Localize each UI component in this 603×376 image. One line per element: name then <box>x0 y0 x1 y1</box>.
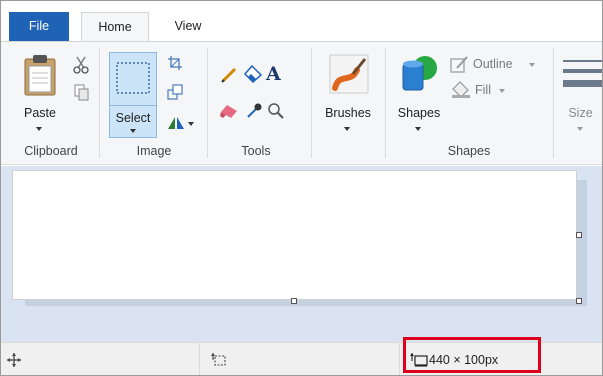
color-picker-icon[interactable] <box>245 102 263 120</box>
divider <box>199 343 200 375</box>
outline-icon <box>450 56 468 73</box>
tab-home[interactable]: Home <box>81 12 149 41</box>
divider <box>207 48 208 158</box>
paste-label: Paste <box>24 106 56 120</box>
divider <box>553 48 554 158</box>
outline-label: Outline <box>473 57 513 71</box>
fill-icon <box>452 81 470 98</box>
canvas-area[interactable] <box>1 166 602 342</box>
magnifier-icon[interactable] <box>267 102 285 120</box>
chevron-down-icon <box>577 127 583 131</box>
divider <box>385 48 386 158</box>
resize-handle-bottom[interactable] <box>291 298 297 304</box>
shapes-icon <box>402 56 437 91</box>
chevron-down-icon <box>499 89 505 93</box>
pencil-icon[interactable] <box>220 66 238 84</box>
chevron-down-icon <box>529 63 535 67</box>
divider <box>110 105 156 106</box>
resize-icon[interactable] <box>167 84 183 100</box>
tools-group-label: Tools <box>241 144 271 158</box>
brushes-button[interactable]: Brushes <box>317 48 379 138</box>
fill-bucket-icon[interactable] <box>243 64 263 84</box>
line-width-icon <box>563 60 602 87</box>
ribbon-tabs: File Home View <box>1 1 602 41</box>
outline-button[interactable]: Outline <box>449 54 539 76</box>
tab-view[interactable]: View <box>161 12 215 41</box>
canvas-shadow <box>25 300 587 306</box>
divider <box>311 48 312 158</box>
rectangle-select-icon <box>116 62 150 94</box>
divider <box>399 343 400 375</box>
chevron-down-icon <box>36 127 42 131</box>
ribbon: Paste Clipboard Select Image A Tools Bru… <box>1 41 602 165</box>
rotate-icon[interactable] <box>166 114 186 130</box>
crop-icon[interactable] <box>167 55 183 71</box>
cursor-position-icon <box>7 353 21 367</box>
canvas-shadow <box>577 180 587 304</box>
fill-label: Fill <box>475 83 491 97</box>
text-icon[interactable]: A <box>266 63 281 85</box>
chevron-down-icon <box>344 127 350 131</box>
chevron-down-icon[interactable] <box>188 122 194 126</box>
copy-icon[interactable] <box>74 84 90 102</box>
fill-button[interactable]: Fill <box>451 80 531 102</box>
paste-button[interactable]: Paste <box>15 48 65 138</box>
brush-icon <box>329 54 369 94</box>
paint-window: File Home View Paste Clipboard Select Im… <box>0 0 603 376</box>
selection-size-icon <box>211 353 226 366</box>
select-button[interactable]: Select <box>109 52 157 138</box>
paste-icon <box>24 55 56 96</box>
chevron-down-icon <box>130 129 136 133</box>
eraser-icon[interactable] <box>219 102 239 120</box>
divider <box>99 48 100 158</box>
image-group-label: Image <box>136 144 172 158</box>
clipboard-group-label: Clipboard <box>24 144 78 158</box>
chevron-down-icon <box>415 127 421 131</box>
shapes-group-label: Shapes <box>447 144 491 158</box>
brushes-label: Brushes <box>325 106 371 120</box>
size-button[interactable]: Size <box>559 48 602 138</box>
shapes-button[interactable]: Shapes <box>391 48 447 138</box>
cut-icon[interactable] <box>73 56 89 74</box>
highlight-annotation <box>403 337 541 373</box>
size-label: Size <box>568 106 593 120</box>
shapes-label: Shapes <box>397 106 441 120</box>
select-label: Select <box>115 111 151 125</box>
resize-handle-right[interactable] <box>576 232 582 238</box>
drawing-canvas[interactable] <box>12 170 577 300</box>
tab-file[interactable]: File <box>9 12 69 41</box>
resize-handle-corner[interactable] <box>576 298 582 304</box>
